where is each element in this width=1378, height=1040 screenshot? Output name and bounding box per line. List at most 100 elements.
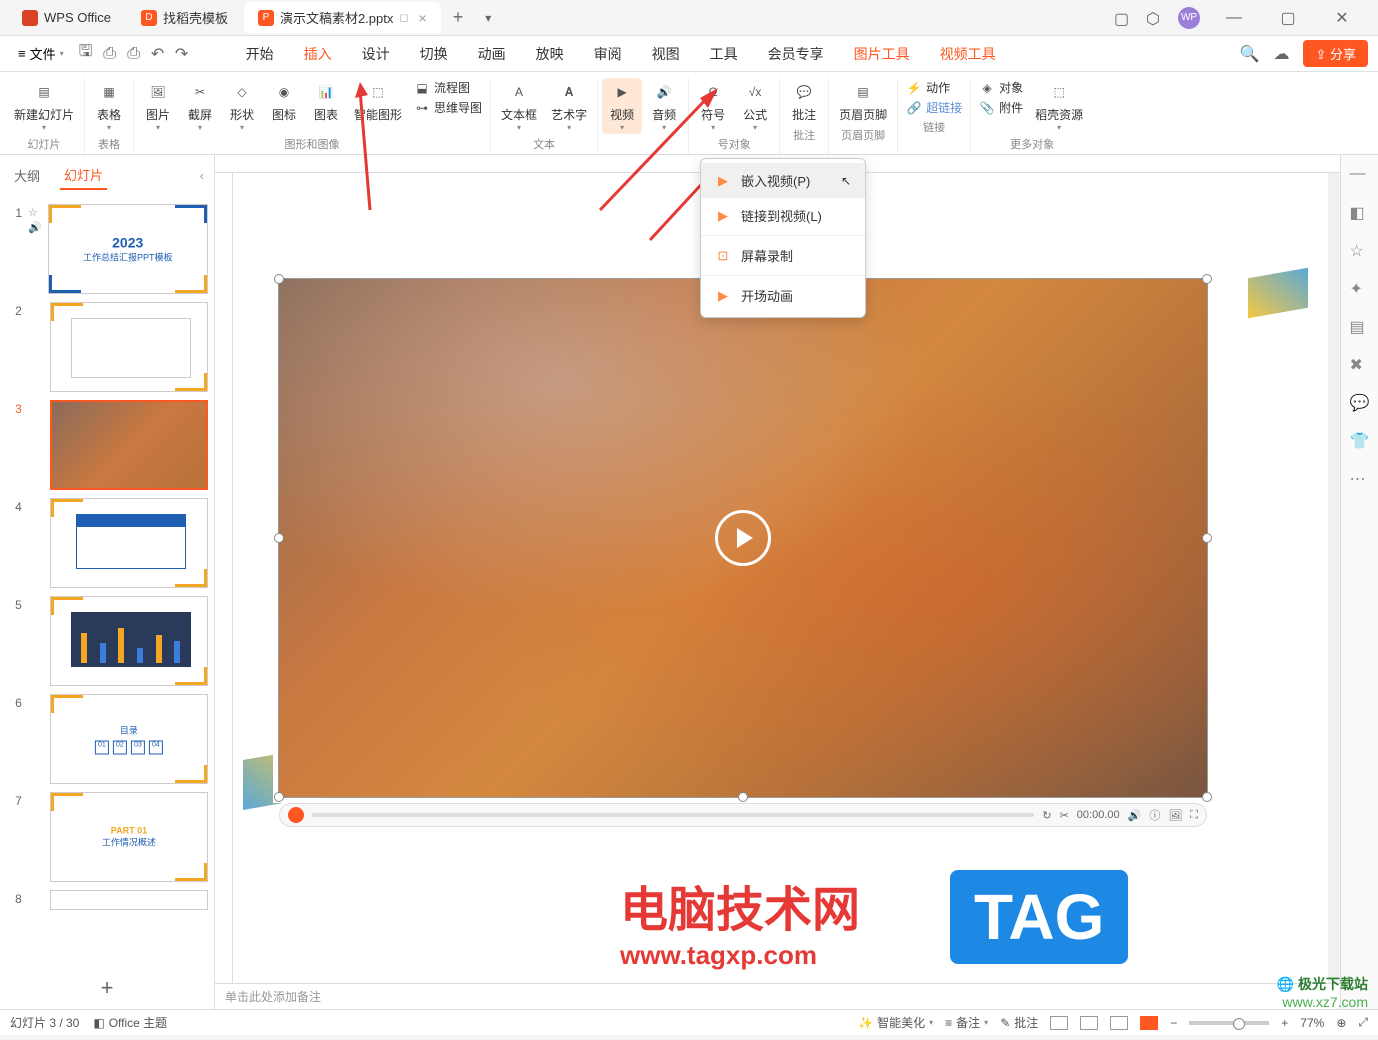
cloud-icon[interactable]: ☁	[1271, 44, 1291, 64]
slide-thumbnail[interactable]: 2023工作总结汇报PPT模板	[48, 204, 208, 294]
slide-thumbnail[interactable]	[50, 596, 208, 686]
ruler-vertical[interactable]	[215, 173, 233, 983]
slide-thumbnail[interactable]	[50, 498, 208, 588]
outline-tab[interactable]: 大纲	[10, 162, 44, 189]
tab-animation[interactable]: 动画	[464, 38, 520, 70]
app-tab-wps[interactable]: WPS Office	[8, 4, 125, 32]
minimize-button[interactable]: —	[1214, 4, 1254, 32]
expand-button[interactable]: ⤢	[1358, 1015, 1368, 1030]
panel-clothing-icon[interactable]: 👕	[1350, 431, 1370, 451]
fit-button[interactable]: ⊕	[1336, 1016, 1346, 1030]
app-tab-template[interactable]: D 找稻壳模板	[127, 2, 242, 33]
collapse-icon[interactable]: ‹	[200, 168, 204, 183]
selection-handle[interactable]	[274, 274, 284, 284]
image-icon[interactable]: 🖼	[1168, 809, 1182, 822]
selection-handle[interactable]	[1202, 533, 1212, 543]
loop-icon[interactable]: ↻	[1042, 809, 1051, 822]
volume-icon[interactable]: 🔊	[1128, 809, 1142, 822]
tab-start[interactable]: 开始	[232, 38, 288, 70]
dropdown-opening-anim[interactable]: ▶ 开场动画	[701, 278, 865, 313]
wordart-button[interactable]: 𝐀艺术字▾	[545, 78, 593, 134]
trim-icon[interactable]: ✂	[1060, 809, 1069, 822]
close-button[interactable]: ✕	[1322, 4, 1362, 32]
video-button[interactable]: ▶视频▾	[602, 78, 642, 134]
textbox-button[interactable]: A文本框▾	[495, 78, 543, 134]
fullscreen-icon[interactable]: ⛶	[1190, 809, 1198, 822]
slide-thumbnail[interactable]: PART 01工作情况概述	[50, 792, 208, 882]
zoom-slider[interactable]	[1189, 1021, 1269, 1025]
maximize-button[interactable]: ▢	[1268, 4, 1308, 32]
selection-handle[interactable]	[1202, 274, 1212, 284]
view-reading-button[interactable]	[1110, 1016, 1128, 1030]
app-tab-document[interactable]: P 演示文稿素材2.pptx ◻ ×	[244, 2, 441, 33]
zoom-in-button[interactable]: +	[1281, 1016, 1288, 1030]
save-icon[interactable]: 🖫	[76, 44, 96, 64]
tab-image-tools[interactable]: 图片工具	[840, 38, 924, 70]
tab-design[interactable]: 设计	[348, 38, 404, 70]
settings-icon[interactable]: ⓘ	[1149, 807, 1160, 823]
notes-button[interactable]: ≡备注▾	[945, 1014, 988, 1031]
selection-handle[interactable]	[738, 792, 748, 802]
panel-design-icon[interactable]: ◧	[1350, 203, 1370, 223]
play-button[interactable]	[715, 510, 771, 566]
flowchart-button[interactable]: ⬓流程图	[410, 78, 486, 97]
tab-view[interactable]: 视图	[638, 38, 694, 70]
symbol-button[interactable]: Ω符号▾	[693, 78, 733, 134]
panel-effects-icon[interactable]: ✦	[1350, 279, 1370, 299]
tab-transition[interactable]: 切换	[406, 38, 462, 70]
book-icon[interactable]: ▢	[1114, 9, 1132, 27]
tab-video-tools[interactable]: 视频工具	[926, 38, 1010, 70]
scrollbar-vertical[interactable]	[1328, 173, 1340, 983]
collapse-panel-icon[interactable]: —	[1350, 165, 1370, 185]
video-object[interactable]: ↻ ✂ 00:00.00 🔊 ⓘ 🖼 ⛶	[278, 278, 1208, 798]
tab-tools[interactable]: 工具	[696, 38, 752, 70]
panel-comment-icon[interactable]: 💬	[1350, 393, 1370, 413]
zoom-value[interactable]: 77%	[1300, 1016, 1324, 1030]
comment-button[interactable]: 💬批注	[784, 78, 824, 125]
avatar[interactable]: WP	[1178, 7, 1200, 29]
header-footer-button[interactable]: ▤页眉页脚	[833, 78, 893, 125]
smartart-button[interactable]: ⬚智能图形	[348, 78, 408, 125]
panel-layers-icon[interactable]: ▤	[1350, 317, 1370, 337]
view-normal-button[interactable]	[1050, 1016, 1068, 1030]
undo-icon[interactable]: ↶	[148, 44, 168, 64]
beautify-button[interactable]: ✨智能美化▾	[858, 1014, 933, 1031]
search-icon[interactable]: 🔍	[1239, 44, 1259, 64]
docer-button[interactable]: ⬚稻壳资源▾	[1029, 78, 1089, 134]
selection-handle[interactable]	[274, 533, 284, 543]
screenshot-button[interactable]: ✂截屏▾	[180, 78, 220, 134]
panel-tools-icon[interactable]: ✖	[1350, 355, 1370, 375]
slide-list[interactable]: 1 ☆🔊 2023工作总结汇报PPT模板 2 3 4	[0, 196, 214, 967]
mindmap-button[interactable]: ⊶思维导图	[410, 98, 486, 117]
dropdown-link-video[interactable]: ▶ 链接到视频(L)	[701, 198, 865, 233]
dropdown-screen-record[interactable]: ⊡ 屏幕录制	[701, 238, 865, 273]
print-icon[interactable]: ⎙	[124, 44, 144, 64]
icons-button[interactable]: ◉图标	[264, 78, 304, 125]
panel-more-icon[interactable]: ⋯	[1350, 469, 1370, 489]
zoom-out-button[interactable]: −	[1170, 1016, 1177, 1030]
dropdown-embed-video[interactable]: ▶ 嵌入视频(P) ↖	[701, 163, 865, 198]
slide-thumbnail[interactable]	[50, 890, 208, 910]
slides-tab[interactable]: 幻灯片	[60, 161, 107, 190]
audio-button[interactable]: 🔊音频▾	[644, 78, 684, 134]
tab-review[interactable]: 审阅	[580, 38, 636, 70]
video-play-button[interactable]	[288, 807, 304, 823]
slide-thumbnail[interactable]	[50, 400, 208, 490]
selection-handle[interactable]	[274, 792, 284, 802]
attachment-button[interactable]: 📎附件	[975, 98, 1027, 117]
share-button[interactable]: ⇪ 分享	[1303, 40, 1368, 67]
cube-icon[interactable]: ⬡	[1146, 9, 1164, 27]
slide-thumbnail[interactable]: 目录01020304	[50, 694, 208, 784]
object-button[interactable]: ◈对象	[975, 78, 1027, 97]
picture-button[interactable]: 🖼图片▾	[138, 78, 178, 134]
new-tab-button[interactable]: +	[443, 3, 474, 32]
shapes-button[interactable]: ◇形状▾	[222, 78, 262, 134]
annotate-button[interactable]: ✎批注	[1000, 1014, 1038, 1031]
slide-thumbnail[interactable]	[50, 302, 208, 392]
chart-button[interactable]: 📊图表	[306, 78, 346, 125]
theme-button[interactable]: ◧Office 主题	[93, 1014, 167, 1031]
new-slide-button[interactable]: ▤新建幻灯片▾	[8, 78, 80, 134]
file-menu[interactable]: ≡ 文件 ▾	[10, 40, 72, 67]
export-icon[interactable]: ⎙	[100, 44, 120, 64]
selection-handle[interactable]	[1202, 792, 1212, 802]
